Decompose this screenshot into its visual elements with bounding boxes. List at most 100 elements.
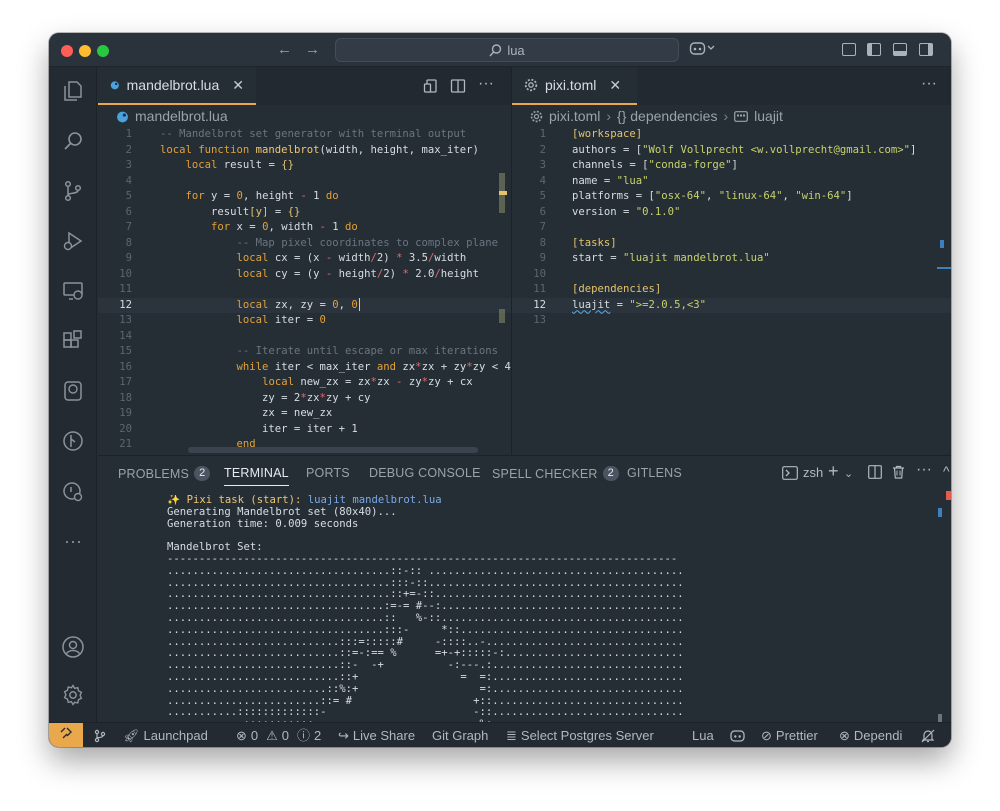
breadcrumb-file[interactable]: pixi.toml: [549, 108, 600, 124]
toggle-secondary-sidebar-icon[interactable]: [919, 43, 933, 56]
code-line[interactable]: 8 [tasks]: [512, 236, 951, 252]
notifications-bell-icon[interactable]: [921, 723, 935, 747]
code-line[interactable]: 16 while iter < max_iter and zx*zx + zy*…: [98, 360, 523, 376]
code-line[interactable]: 18 zy = 2*zx*zy + cy: [98, 391, 511, 407]
code-line[interactable]: 4 name = "lua": [512, 174, 951, 190]
code-line[interactable]: 12 local zx, zy = 0, 0: [98, 297, 511, 313]
code-line[interactable]: 13: [512, 313, 951, 329]
breadcrumb-key[interactable]: luajit: [754, 108, 783, 124]
tab-mandelbrot-lua[interactable]: mandelbrot.lua ✕: [98, 67, 256, 105]
more-actions-icon[interactable]: ···: [921, 75, 937, 93]
prettier-item[interactable]: ⊘ Prettier: [761, 723, 818, 747]
breadcrumb-file[interactable]: mandelbrot.lua: [135, 108, 228, 124]
close-tab-icon[interactable]: ✕: [232, 77, 244, 94]
maximize-window-button[interactable]: [97, 45, 109, 57]
database-icon[interactable]: [61, 379, 85, 403]
account-icon[interactable]: [61, 635, 85, 659]
timeline-icon[interactable]: [61, 479, 85, 503]
close-tab-icon[interactable]: ✕: [609, 77, 621, 94]
run-debug-icon[interactable]: [61, 229, 85, 253]
code-line[interactable]: 2 authors = ["Wolf Vollprecht <w.vollprec…: [512, 143, 951, 159]
source-control-icon[interactable]: [61, 179, 85, 203]
more-actions-icon[interactable]: ···: [916, 461, 932, 479]
breadcrumb-section[interactable]: {} dependencies: [617, 108, 717, 124]
close-window-button[interactable]: [61, 45, 73, 57]
postgres-server-item[interactable]: ≣ Select Postgres Server: [506, 723, 654, 747]
chevron-down-icon[interactable]: ⌄: [844, 467, 853, 480]
code-line[interactable]: 9 local cx = (x - width/2) * 3.5/width: [98, 251, 511, 267]
remote-indicator-icon[interactable]: [49, 723, 83, 747]
code-line[interactable]: 10 local cy = (y - height/2) * 2.0/heigh…: [98, 267, 511, 283]
code-line[interactable]: 2 local function mandelbrot(width, height…: [98, 143, 511, 159]
code-text: luajit = ">=2.0.5,<3": [572, 298, 706, 314]
code-line[interactable]: 12 luajit = ">=2.0.5,<3": [512, 297, 951, 314]
split-terminal-icon[interactable]: [868, 465, 882, 482]
code-line[interactable]: 15 -- Iterate until escape or max iterat…: [98, 344, 511, 360]
code-line[interactable]: 13 local iter = 0: [98, 313, 511, 329]
panel-tab-gitlens[interactable]: GITLENS: [627, 466, 682, 480]
terminal-scrollbar[interactable]: [938, 714, 942, 722]
panel-tab-debug-console[interactable]: DEBUG CONSOLE: [369, 466, 481, 480]
code-line[interactable]: 1 [workspace]: [512, 127, 951, 143]
toggle-sidebar-icon[interactable]: [867, 43, 881, 56]
panel-tab-problems[interactable]: PROBLEMS 2: [118, 466, 211, 481]
code-line[interactable]: 5 for y = 0, height - 1 do: [98, 189, 511, 205]
minimize-window-button[interactable]: [79, 45, 91, 57]
remote-explorer-icon[interactable]: [61, 279, 85, 303]
minimap[interactable]: [499, 165, 507, 455]
more-icon[interactable]: ···: [61, 529, 85, 553]
copilot-status-icon[interactable]: [730, 723, 745, 747]
forward-arrow-icon[interactable]: →: [305, 41, 320, 59]
code-area-right[interactable]: 1 [workspace] 2 authors = ["Wolf Vollprecht…: [512, 127, 951, 329]
panel-tab-spell-checker[interactable]: SPELL CHECKER 2: [492, 466, 619, 481]
code-line[interactable]: 10: [512, 267, 951, 283]
code-line[interactable]: 7 for x = 0, width - 1 do: [98, 220, 511, 236]
code-line[interactable]: 3 channels = ["conda-forge"]: [512, 158, 951, 174]
trash-icon[interactable]: [892, 465, 905, 482]
extensions-icon[interactable]: [61, 329, 85, 353]
terminal-shell-selector[interactable]: zsh: [782, 465, 823, 480]
code-line[interactable]: 6 version = "0.1.0": [512, 205, 951, 221]
horizontal-scrollbar[interactable]: [188, 447, 478, 453]
git-graph-icon[interactable]: [61, 429, 85, 453]
code-line[interactable]: 4: [98, 174, 511, 190]
code-area-left[interactable]: 1 -- Mandelbrot set generator with termin…: [98, 127, 524, 453]
back-arrow-icon[interactable]: ←: [277, 41, 292, 59]
terminal-output[interactable]: ✨ Pixi task (start): luajit mandelbrot.l…: [167, 495, 931, 731]
panel-tab-ports[interactable]: PORTS: [306, 466, 350, 480]
more-actions-icon[interactable]: ···: [478, 75, 494, 93]
dependi-item[interactable]: ⊗ Dependi: [839, 723, 902, 747]
code-line[interactable]: 8 -- Map pixel coordinates to complex pl…: [98, 236, 511, 252]
maximize-panel-icon[interactable]: ^: [943, 463, 950, 479]
code-line[interactable]: 14: [98, 329, 511, 345]
language-mode-item[interactable]: Lua: [692, 723, 714, 747]
new-terminal-icon[interactable]: +: [828, 461, 839, 482]
code-line[interactable]: 6 result[y] = {}: [98, 205, 511, 221]
search-icon[interactable]: [61, 129, 85, 153]
code-line[interactable]: 11: [98, 282, 511, 298]
code-line[interactable]: 7: [512, 220, 951, 236]
launchpad-item[interactable]: 🚀︎ Launchpad: [123, 723, 208, 747]
copilot-icon[interactable]: [689, 40, 715, 59]
git-graph-item[interactable]: Git Graph: [432, 723, 488, 747]
code-line[interactable]: 20 iter = iter + 1: [98, 422, 511, 438]
code-line[interactable]: 3 local result = {}: [98, 158, 511, 174]
split-editor-icon[interactable]: [450, 78, 466, 97]
branch-icon[interactable]: [93, 723, 107, 747]
live-share-item[interactable]: ↪ Live Share: [338, 723, 415, 747]
explorer-icon[interactable]: [61, 79, 85, 103]
code-line[interactable]: 17 local new_zx = zx*zx - zy*zy + cx: [98, 375, 511, 391]
problems-indicator[interactable]: ⊗ 0 ⚠ 0 ⓘ 2: [236, 723, 321, 747]
customize-layout-icon[interactable]: [842, 43, 856, 56]
code-line[interactable]: 19 zx = new_zx: [98, 406, 511, 422]
toggle-panel-icon[interactable]: [893, 43, 907, 56]
settings-icon[interactable]: [61, 683, 85, 707]
tab-pixi-toml[interactable]: pixi.toml ✕: [512, 67, 637, 105]
command-center-search[interactable]: lua: [335, 38, 679, 62]
code-line[interactable]: 11 [dependencies]: [512, 282, 951, 298]
code-line[interactable]: 9 start = "luajit mandelbrot.lua": [512, 251, 951, 267]
code-line[interactable]: 5 platforms = ["osx-64", "linux-64", "win…: [512, 189, 951, 205]
panel-tab-terminal[interactable]: TERMINAL: [224, 466, 289, 486]
open-changes-icon[interactable]: [423, 78, 439, 97]
code-line[interactable]: 1 -- Mandelbrot set generator with termin…: [98, 127, 511, 143]
